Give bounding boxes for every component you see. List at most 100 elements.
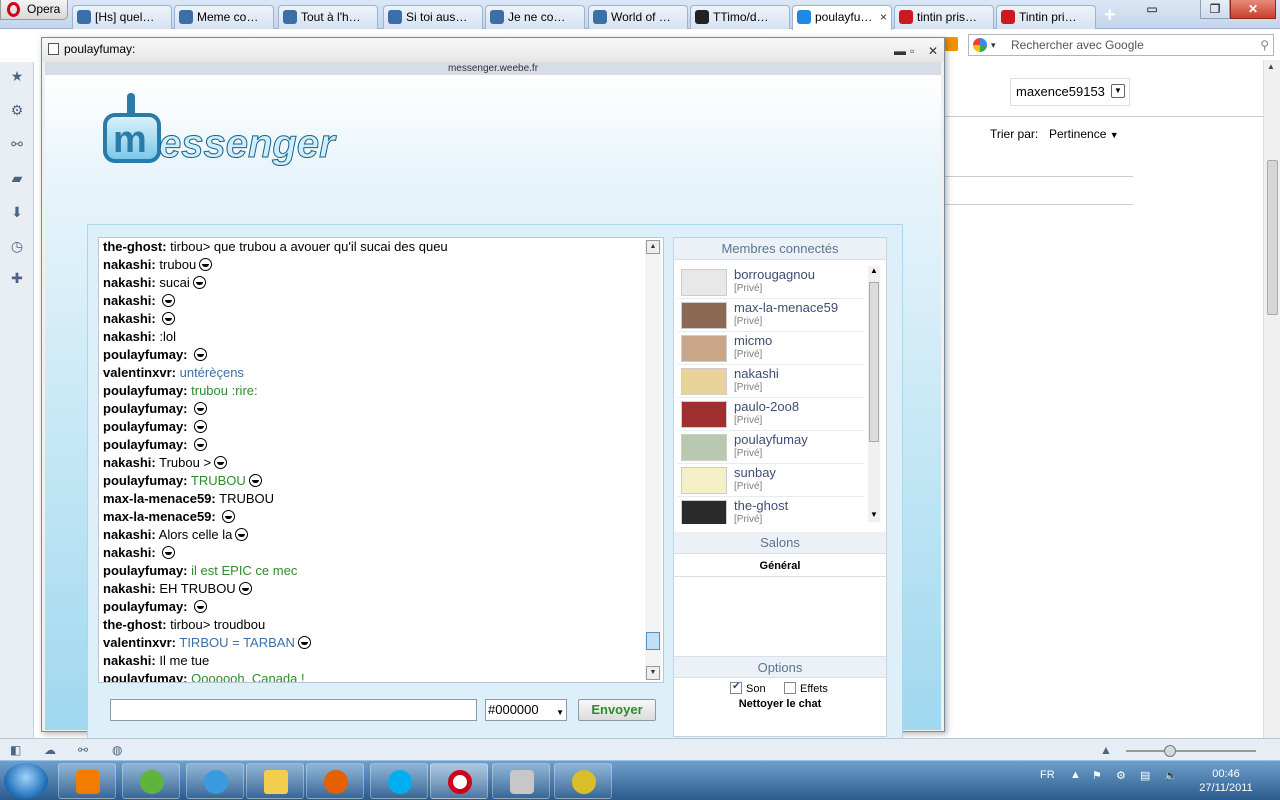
member-item[interactable]: borrougagnou [Privé] bbox=[678, 266, 864, 299]
message-author[interactable]: valentinxvr: bbox=[103, 365, 176, 380]
message-author[interactable]: nakashi: bbox=[103, 275, 156, 290]
share-icon[interactable]: ⚯ bbox=[9, 136, 25, 152]
message-author[interactable]: nakashi: bbox=[103, 257, 156, 272]
panel-toggle-icon[interactable]: ◧ bbox=[10, 743, 21, 757]
private-message-link[interactable]: [Privé] bbox=[734, 382, 762, 393]
zoom-slider-knob[interactable] bbox=[1164, 745, 1176, 757]
browser-tab[interactable]: Si toi aus… bbox=[383, 5, 483, 29]
member-item[interactable]: nakashi [Privé] bbox=[678, 365, 864, 398]
member-name[interactable]: nakashi bbox=[734, 366, 779, 381]
explorer-taskbar-button[interactable] bbox=[246, 763, 304, 799]
private-message-link[interactable]: [Privé] bbox=[734, 481, 762, 492]
turbo-icon[interactable]: ◍ bbox=[112, 743, 122, 757]
message-author[interactable]: poulayfumay: bbox=[103, 437, 188, 452]
ie-taskbar-button[interactable] bbox=[186, 763, 244, 799]
unite-icon[interactable]: ☁ bbox=[44, 743, 56, 757]
message-author[interactable]: poulayfumay: bbox=[103, 563, 188, 578]
popup-maximize-button[interactable]: ▫ bbox=[910, 40, 914, 62]
room-item-general[interactable]: Général bbox=[674, 556, 886, 577]
chat-scrollbar-thumb[interactable] bbox=[646, 632, 660, 650]
firefox-taskbar-button[interactable] bbox=[306, 763, 364, 799]
message-author[interactable]: the-ghost: bbox=[103, 617, 167, 632]
zoom-slider[interactable] bbox=[1126, 745, 1256, 757]
message-author[interactable]: nakashi: bbox=[103, 581, 156, 596]
browser-tab[interactable]: Tout à l'h… bbox=[278, 5, 378, 29]
media-player-taskbar-button[interactable] bbox=[58, 763, 116, 799]
clear-chat-link[interactable]: Nettoyer le chat bbox=[674, 698, 886, 710]
message-author[interactable]: poulayfumay: bbox=[103, 383, 188, 398]
view-icon[interactable]: ▲ bbox=[1100, 743, 1112, 757]
skype-taskbar-button[interactable] bbox=[370, 763, 428, 799]
network-icon[interactable]: ▤ bbox=[1140, 769, 1150, 782]
members-scrollbar-thumb[interactable] bbox=[869, 282, 879, 442]
private-message-link[interactable]: [Privé] bbox=[734, 514, 762, 524]
effects-checkbox[interactable] bbox=[784, 682, 796, 694]
device-icon[interactable]: ⚙ bbox=[1116, 769, 1126, 782]
message-author[interactable]: the-ghost: bbox=[103, 239, 167, 254]
scroll-up-icon[interactable]: ▲ bbox=[1267, 62, 1275, 71]
notes-icon[interactable]: ▰ bbox=[9, 170, 25, 186]
settings-gear-icon[interactable]: ⚙ bbox=[9, 102, 25, 118]
browser-tab[interactable]: [Hs] quel… bbox=[72, 5, 172, 29]
private-message-link[interactable]: [Privé] bbox=[734, 349, 762, 360]
message-author[interactable]: nakashi: bbox=[103, 293, 156, 308]
show-hidden-icons-icon[interactable]: ▲ bbox=[1070, 769, 1081, 781]
app-taskbar-button[interactable] bbox=[554, 763, 612, 799]
member-item[interactable]: paulo-2oo8 [Privé] bbox=[678, 398, 864, 431]
member-name[interactable]: poulayfumay bbox=[734, 432, 808, 447]
member-name[interactable]: the-ghost bbox=[734, 498, 788, 513]
chat-scrollbar[interactable]: ▲ ▼ bbox=[645, 240, 661, 680]
message-author[interactable]: poulayfumay: bbox=[103, 401, 188, 416]
message-author[interactable]: nakashi: bbox=[103, 527, 156, 542]
member-name[interactable]: max-la-menace59 bbox=[734, 300, 838, 315]
start-button[interactable] bbox=[4, 763, 48, 799]
members-scrollbar[interactable]: ▲ ▼ bbox=[868, 266, 880, 522]
opera-taskbar-button[interactable] bbox=[430, 763, 488, 799]
message-author[interactable]: nakashi: bbox=[103, 329, 156, 344]
history-clock-icon[interactable]: ◷ bbox=[9, 238, 25, 254]
scroll-down-icon[interactable]: ▼ bbox=[870, 510, 878, 519]
member-item[interactable]: sunbay [Privé] bbox=[678, 464, 864, 497]
member-item[interactable]: micmo [Privé] bbox=[678, 332, 864, 365]
sort-dropdown[interactable]: Pertinence ▼ bbox=[1049, 127, 1119, 141]
member-item[interactable]: max-la-menace59 [Privé] bbox=[678, 299, 864, 332]
messenger-taskbar-button[interactable] bbox=[122, 763, 180, 799]
popup-minimize-button[interactable]: ▬ bbox=[894, 40, 906, 62]
account-selector[interactable]: maxence59153 ▼ bbox=[1010, 78, 1130, 106]
sound-checkbox[interactable] bbox=[730, 681, 742, 694]
system-clock[interactable]: 00:46 27/11/2011 bbox=[1196, 767, 1256, 795]
member-item[interactable]: the-ghost [Privé] bbox=[678, 497, 864, 524]
browser-tab[interactable]: tintin pris… bbox=[894, 5, 994, 29]
popup-close-button[interactable]: ✕ bbox=[928, 40, 938, 62]
message-author[interactable]: nakashi: bbox=[103, 545, 156, 560]
downloads-icon[interactable]: ⬇ bbox=[9, 204, 25, 220]
message-author[interactable]: poulayfumay: bbox=[103, 671, 188, 682]
scroll-up-icon[interactable]: ▲ bbox=[646, 240, 660, 254]
browser-tab[interactable]: poulayfu… × bbox=[792, 5, 892, 30]
text-color-select[interactable]: #000000 ▼ bbox=[485, 699, 567, 721]
member-name[interactable]: borrougagnou bbox=[734, 267, 815, 282]
message-author[interactable]: nakashi: bbox=[103, 653, 156, 668]
chevron-down-icon[interactable]: ▼ bbox=[1111, 84, 1125, 98]
magnifier-icon[interactable]: ⚲ bbox=[1260, 35, 1269, 55]
scroll-down-icon[interactable]: ▼ bbox=[646, 666, 660, 680]
private-message-link[interactable]: [Privé] bbox=[734, 415, 762, 426]
browser-tab[interactable]: Je ne co… bbox=[485, 5, 585, 29]
message-author[interactable]: max-la-menace59: bbox=[103, 491, 216, 506]
close-tab-icon[interactable]: × bbox=[880, 6, 887, 28]
message-author[interactable]: poulayfumay: bbox=[103, 599, 188, 614]
browser-tab[interactable]: World of … bbox=[588, 5, 688, 29]
share-icon[interactable]: ⚯ bbox=[78, 743, 88, 757]
member-item[interactable]: poulayfumay [Privé] bbox=[678, 431, 864, 464]
browser-tab[interactable]: Meme co… bbox=[174, 5, 274, 29]
page-scrollbar[interactable]: ▲ bbox=[1263, 60, 1280, 738]
scrollbar-thumb[interactable] bbox=[1267, 160, 1278, 315]
member-name[interactable]: paulo-2oo8 bbox=[734, 399, 799, 414]
new-tab-button[interactable]: + bbox=[1104, 4, 1116, 26]
message-author[interactable]: poulayfumay: bbox=[103, 347, 188, 362]
browser-tab[interactable]: Tintin pri… bbox=[996, 5, 1096, 29]
private-message-link[interactable]: [Privé] bbox=[734, 283, 762, 294]
message-author[interactable]: poulayfumay: bbox=[103, 419, 188, 434]
language-indicator[interactable]: FR bbox=[1040, 769, 1055, 781]
minimize-button[interactable]: ▭ bbox=[1140, 0, 1164, 19]
